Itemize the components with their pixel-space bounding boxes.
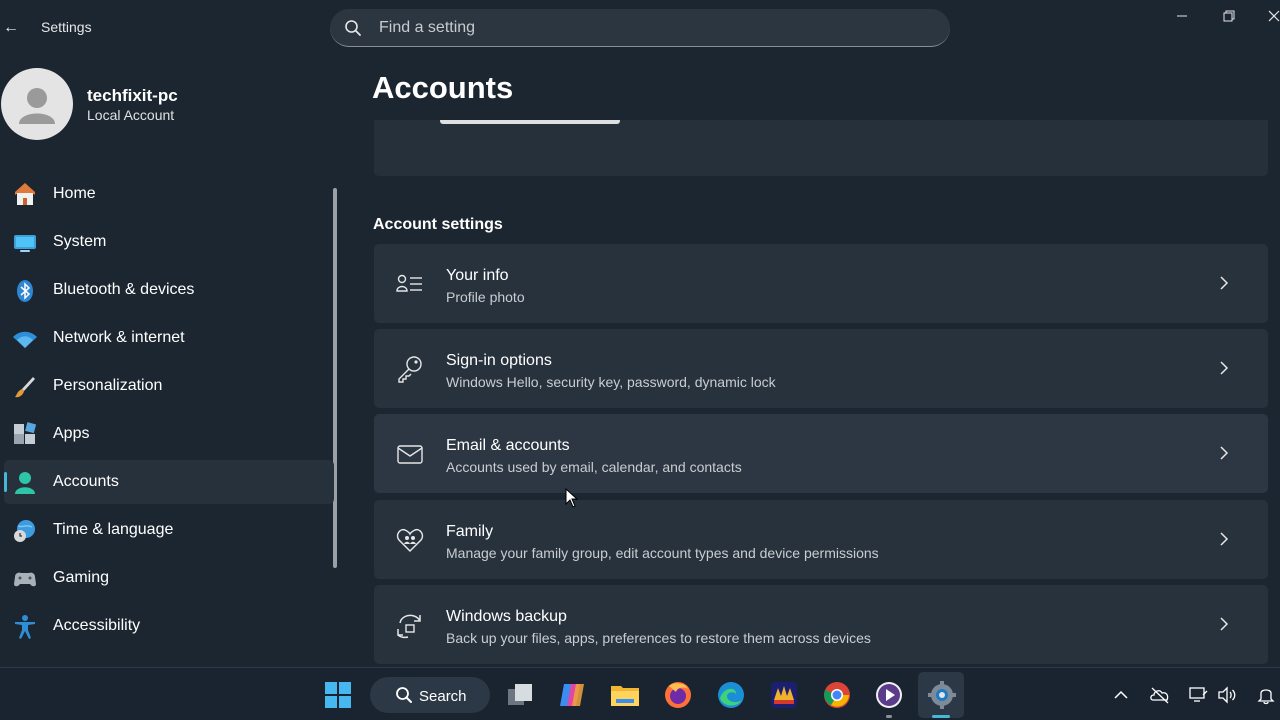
chevron-right-icon: [1220, 532, 1229, 546]
chevron-right-icon: [1220, 617, 1229, 631]
chevron-right-icon: [1220, 276, 1229, 290]
backup-icon: [397, 614, 421, 639]
taskbar: Search: [0, 667, 1280, 720]
sidebar-item-home[interactable]: Home: [4, 172, 334, 216]
card-family[interactable]: Family Manage your family group, edit ac…: [374, 500, 1268, 579]
search-icon: [396, 687, 412, 703]
card-windows-backup[interactable]: Windows backup Back up your files, apps,…: [374, 585, 1268, 664]
firefox-icon[interactable]: [663, 680, 693, 710]
sidebar-item-label: Apps: [53, 425, 90, 442]
file-explorer-icon[interactable]: [610, 680, 640, 710]
search-input[interactable]: Find a setting: [379, 19, 475, 37]
bluetooth-icon: [17, 280, 33, 302]
sidebar: techfixit-pc Local Account Home System B…: [0, 56, 340, 667]
task-view-icon[interactable]: [505, 680, 535, 710]
search-icon: [345, 20, 361, 36]
sidebar-item-gaming[interactable]: Gaming: [4, 556, 334, 600]
globe-clock-icon: [14, 520, 35, 542]
card-sign-in-options[interactable]: Sign-in options Windows Hello, security …: [374, 329, 1268, 408]
taskbar-search[interactable]: Search: [370, 677, 490, 713]
gamepad-icon: [14, 572, 36, 587]
card-your-info[interactable]: Your info Profile photo: [374, 244, 1268, 323]
sidebar-item-label: System: [53, 233, 107, 250]
card-title: Windows backup: [446, 608, 567, 625]
settings-icon[interactable]: [927, 680, 957, 710]
wifi-icon: [13, 331, 37, 348]
card-title: Sign-in options: [446, 352, 552, 369]
family-heart-icon: [396, 528, 424, 553]
account-summary-button[interactable]: [440, 120, 620, 124]
card-title: Your info: [446, 267, 509, 284]
sidebar-item-label: Network & internet: [53, 329, 185, 346]
apps-icon: [14, 422, 37, 444]
chevron-up-icon[interactable]: [1111, 685, 1131, 705]
taskbar-search-label: Search: [419, 688, 467, 705]
card-subtitle: Accounts used by email, calendar, and co…: [446, 459, 742, 475]
active-indicator: [932, 715, 950, 718]
person-card-icon: [396, 274, 422, 292]
card-title: Family: [446, 523, 494, 540]
selection-indicator: [4, 472, 7, 492]
sidebar-item-network[interactable]: Network & internet: [4, 316, 334, 360]
sidebar-item-label: Time & language: [53, 521, 174, 538]
sidebar-item-time-language[interactable]: Time & language: [4, 508, 334, 552]
card-subtitle: Back up your files, apps, preferences to…: [446, 630, 871, 646]
copilot-icon[interactable]: [557, 680, 587, 710]
sidebar-item-label: Home: [53, 185, 96, 202]
avatar[interactable]: [1, 68, 73, 140]
restore-icon[interactable]: [1216, 4, 1240, 28]
sidebar-item-label: Gaming: [53, 569, 110, 586]
key-icon: [398, 356, 422, 383]
card-subtitle: Windows Hello, security key, password, d…: [446, 374, 776, 390]
sidebar-item-system[interactable]: System: [4, 220, 334, 264]
sidebar-item-label: Bluetooth & devices: [53, 281, 195, 298]
sidebar-item-accounts[interactable]: Accounts: [4, 460, 334, 504]
sidebar-item-bluetooth[interactable]: Bluetooth & devices: [4, 268, 334, 312]
user-name: techfixit-pc: [87, 86, 178, 105]
winamp-icon[interactable]: [769, 680, 799, 710]
sidebar-item-label: Accounts: [53, 473, 119, 490]
content-area: Account settings Your info Profile photo…: [340, 120, 1280, 667]
person-icon: [15, 472, 35, 494]
media-player-icon[interactable]: [874, 680, 904, 710]
network-icon[interactable]: [1188, 685, 1208, 705]
brush-icon: [15, 377, 35, 398]
sidebar-item-personalization[interactable]: Personalization: [4, 364, 334, 408]
edge-icon[interactable]: [716, 680, 746, 710]
mail-icon: [397, 445, 423, 464]
mouse-cursor-icon: [565, 488, 579, 508]
accessibility-icon: [15, 615, 35, 639]
volume-icon[interactable]: [1217, 685, 1237, 705]
chevron-right-icon: [1220, 446, 1229, 460]
start-icon[interactable]: [323, 680, 353, 710]
running-indicator: [886, 715, 892, 718]
sidebar-item-label: Personalization: [53, 377, 163, 394]
card-subtitle: Manage your family group, edit account t…: [446, 545, 879, 561]
card-title: Email & accounts: [446, 437, 570, 454]
sidebar-item-accessibility[interactable]: Accessibility: [4, 604, 334, 648]
search-box[interactable]: Find a setting: [330, 9, 950, 47]
section-title: Account settings: [373, 216, 503, 233]
sidebar-item-apps[interactable]: Apps: [4, 412, 334, 456]
minimize-icon[interactable]: [1170, 4, 1194, 28]
back-button[interactable]: ←: [0, 16, 22, 40]
monitor-icon: [14, 235, 36, 252]
sidebar-item-label: Accessibility: [53, 617, 141, 634]
app-title: Settings: [41, 19, 92, 35]
card-email-accounts[interactable]: Email & accounts Accounts used by email,…: [374, 414, 1268, 493]
card-subtitle: Profile photo: [446, 289, 525, 305]
notification-icon[interactable]: [1256, 685, 1276, 705]
chrome-icon[interactable]: [822, 680, 852, 710]
user-placeholder-icon: [19, 88, 55, 124]
chevron-right-icon: [1220, 361, 1229, 375]
close-icon[interactable]: [1262, 4, 1280, 28]
account-type: Local Account: [87, 107, 175, 123]
home-icon: [15, 183, 35, 205]
account-summary-card: [374, 120, 1268, 176]
page-title: Accounts: [372, 70, 514, 105]
onedrive-icon[interactable]: [1150, 685, 1170, 705]
title-bar: ← Settings Find a setting: [0, 0, 1280, 56]
